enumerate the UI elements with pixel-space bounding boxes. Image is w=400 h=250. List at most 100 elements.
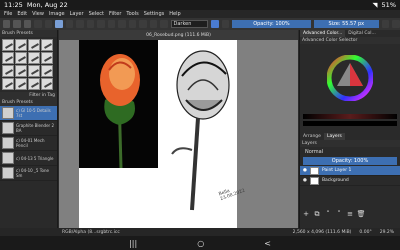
layer-actions: + ⧉ ˄ ˅ ≡ 🗑 — [302, 210, 366, 219]
crop-tool-icon[interactable] — [160, 20, 168, 28]
duplicate-layer-icon[interactable]: ⧉ — [313, 210, 321, 218]
menu-settings[interactable]: Settings — [144, 11, 165, 17]
fill-tool-icon[interactable] — [107, 20, 116, 28]
brush-thumb[interactable] — [2, 78, 14, 90]
ellipse-tool-icon[interactable] — [86, 20, 95, 28]
redo-icon[interactable] — [44, 20, 53, 28]
eraser-toggle-icon[interactable] — [211, 20, 219, 28]
document-tab[interactable]: 06_Rosebud.png (111.6 MiB) — [59, 30, 298, 40]
preset-item[interactable]: c) 04-13 5 Triangle — [0, 151, 57, 166]
brush-thumb[interactable] — [2, 39, 14, 51]
eye-icon[interactable]: ● — [303, 178, 307, 183]
preset-item[interactable]: c) 04-01 Mech Pencil — [0, 136, 57, 151]
preset-label: c) Gl 10-5 Details 7st — [16, 108, 51, 118]
open-document-icon[interactable] — [13, 20, 21, 28]
brush-grid — [0, 37, 57, 92]
mirror-icon[interactable] — [382, 20, 390, 28]
brush-thumb[interactable] — [41, 65, 53, 77]
brush-thumb[interactable] — [15, 78, 27, 90]
brush-thumb[interactable] — [28, 78, 40, 90]
document-canvas[interactable]: Bella 23.08.2022 — [79, 40, 246, 230]
brush-thumb[interactable] — [41, 78, 53, 90]
back-icon[interactable]: < — [264, 239, 271, 248]
preset-thumb — [2, 107, 14, 119]
eye-icon[interactable]: ● — [303, 168, 307, 173]
brush-presets-header: Brush Presets — [0, 30, 57, 37]
layer-opacity-slider[interactable]: Opacity: 100% — [303, 157, 397, 165]
move-down-icon[interactable]: ˅ — [335, 210, 343, 218]
path-tool-icon[interactable] — [97, 20, 105, 28]
rect-tool-icon[interactable] — [76, 20, 84, 28]
menu-tools[interactable]: Tools — [126, 11, 138, 17]
brush-thumb[interactable] — [2, 52, 14, 64]
delete-layer-icon[interactable]: 🗑 — [357, 210, 366, 218]
canvas-area[interactable]: 06_Rosebud.png (111.6 MiB) Bella 23.08.2… — [59, 30, 298, 230]
brush-thumb[interactable] — [28, 52, 40, 64]
menu-filter[interactable]: Filter — [109, 11, 121, 17]
tool-options-bar: Darken Opacity: 100% Size: 55.57 px — [0, 18, 400, 30]
home-icon[interactable]: ○ — [197, 239, 204, 248]
preset-label: Graphite Blender 2 BA — [16, 123, 54, 133]
gradient-tool-icon[interactable] — [118, 20, 126, 28]
menu-select[interactable]: Select — [89, 11, 104, 17]
opacity-slider[interactable]: Opacity: 100% — [232, 20, 311, 28]
layer-thumb — [309, 166, 319, 175]
size-slider[interactable]: Size: 55.57 px — [313, 20, 380, 28]
color-picker-icon[interactable] — [128, 20, 137, 28]
brush-thumb[interactable] — [41, 52, 53, 64]
tab-arrange[interactable]: Arrange — [300, 133, 324, 140]
move-tool-icon[interactable] — [149, 20, 158, 28]
wrap-icon[interactable] — [392, 20, 400, 28]
tab-advanced-color[interactable]: Advanced Color... — [300, 30, 346, 37]
brush-thumb[interactable] — [28, 65, 40, 77]
brush-thumb[interactable] — [2, 65, 14, 77]
android-nav-bar: ||| ○ < — [0, 236, 400, 250]
menu-layer[interactable]: Layer — [70, 11, 84, 17]
brush-thumb[interactable] — [15, 39, 27, 51]
zoom-value[interactable]: 29.2% — [380, 230, 394, 235]
status-bar: 11:25 Mon, Aug 22 ◥ 51% — [0, 0, 400, 10]
layer-properties-icon[interactable]: ≡ — [346, 210, 354, 218]
color-wheel-icon[interactable] — [327, 55, 373, 101]
color-strip[interactable] — [303, 121, 397, 126]
preset-item[interactable]: c) Gl 10-5 Details 7st — [0, 106, 57, 121]
brush-thumb[interactable] — [15, 52, 27, 64]
move-up-icon[interactable]: ˄ — [324, 210, 332, 218]
menu-file[interactable]: File — [4, 11, 12, 17]
right-dock: Advanced Color... Digital Col... Advance… — [299, 30, 400, 228]
alpha-lock-icon[interactable] — [221, 20, 230, 28]
color-strip[interactable] — [303, 114, 397, 119]
status-footer: RGB/Alpha (8...srgbtrc.icc 2,560 x 4,096… — [0, 228, 400, 236]
menu-edit[interactable]: Edit — [17, 11, 27, 17]
layer-row[interactable]: ● Background — [300, 176, 400, 186]
add-layer-icon[interactable]: + — [302, 210, 310, 218]
color-selector[interactable] — [300, 44, 400, 112]
wifi-icon: ◥ — [372, 1, 378, 9]
preset-item[interactable]: c) 04-10 _5 Tone Sm — [0, 166, 57, 181]
shape-tool-icon[interactable] — [65, 20, 74, 28]
preset-item[interactable]: Graphite Blender 2 BA — [0, 121, 57, 136]
menu-image[interactable]: Image — [49, 11, 65, 17]
layer-blend-mode[interactable]: Normal — [303, 148, 397, 156]
transform-tool-icon[interactable] — [139, 20, 147, 28]
rotation-value[interactable]: 0.00° — [359, 230, 371, 235]
menu-help[interactable]: Help — [169, 11, 180, 17]
blend-mode-select[interactable]: Darken — [170, 20, 209, 28]
brush-thumb[interactable] — [15, 65, 27, 77]
preset-label: c) 04-13 5 Triangle — [16, 155, 54, 161]
tab-digital-color[interactable]: Digital Col... — [345, 30, 378, 37]
layers-header: Layers — [300, 140, 400, 147]
new-document-icon[interactable] — [3, 20, 11, 28]
undo-icon[interactable] — [34, 20, 42, 28]
brush-tool-icon[interactable] — [55, 20, 63, 28]
recent-apps-icon[interactable]: ||| — [129, 239, 137, 248]
brush-thumb[interactable] — [28, 39, 40, 51]
layer-row[interactable]: ● Paint Layer 1 — [300, 166, 400, 176]
status-date: Mon, Aug 22 — [26, 1, 68, 9]
brush-thumb[interactable] — [41, 39, 53, 51]
tab-layers[interactable]: Layers — [323, 133, 345, 140]
save-icon[interactable] — [23, 20, 32, 28]
color-history[interactable] — [300, 112, 400, 130]
menu-view[interactable]: View — [32, 11, 44, 17]
brush-filter-tag[interactable]: Filter in Tag — [0, 92, 57, 99]
